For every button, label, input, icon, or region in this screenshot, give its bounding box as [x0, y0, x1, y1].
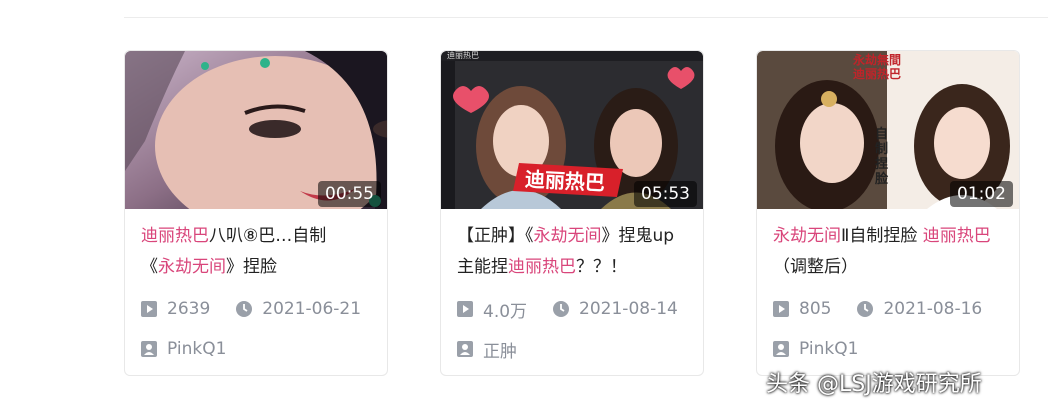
title-part: 迪丽热巴	[922, 226, 991, 246]
video-meta: 805 2021-08-16	[773, 297, 982, 321]
video-title[interactable]: 【正肿】《永劫无间》捏鬼up主能捏迪丽热巴？？！	[457, 221, 691, 283]
title-part: 迪丽热巴	[508, 257, 576, 277]
play-icon	[141, 301, 157, 317]
title-part: 【正肿】《	[457, 226, 534, 246]
user-icon	[773, 341, 789, 357]
duration-badge: 05:53	[634, 181, 697, 207]
video-card-1[interactable]: 00:55 迪丽热巴八叭⑧巴…自制《永劫无间》捏脸 2639 2021-06-2…	[124, 50, 388, 376]
title-part: 》捏脸	[226, 257, 277, 277]
author-row[interactable]: 正肿	[457, 337, 517, 362]
title-part: 迪丽热巴	[141, 226, 209, 246]
author-row[interactable]: PinkQ1	[773, 337, 858, 361]
video-meta: 2639 2021-06-21	[141, 297, 361, 321]
video-title[interactable]: 永劫无间Ⅱ自制捏脸 迪丽热巴 （调整后）	[773, 221, 1007, 283]
video-thumbnail-2[interactable]: 迪丽热巴 迪丽热巴 05:53	[441, 51, 703, 209]
duration-badge: 01:02	[950, 181, 1013, 207]
title-part: 永劫无间	[533, 226, 602, 246]
view-count: 2639	[167, 299, 211, 319]
thumbnail-side-text: 永劫無間 迪丽热巴	[853, 53, 902, 81]
title-part: Ⅱ自制捏脸	[841, 226, 923, 246]
duration-badge: 00:55	[318, 181, 381, 207]
clock-icon	[236, 301, 253, 317]
author-row[interactable]: PinkQ1	[141, 337, 226, 361]
publish-date: 2021-08-14	[579, 299, 678, 319]
video-thumbnail-3[interactable]: 永劫無間 迪丽热巴 自制捏脸 01:02	[757, 51, 1019, 209]
video-title[interactable]: 迪丽热巴八叭⑧巴…自制《永劫无间》捏脸	[141, 221, 375, 283]
play-icon	[773, 301, 789, 317]
top-divider	[124, 17, 1048, 18]
clock-icon	[857, 301, 874, 317]
user-icon	[141, 341, 157, 357]
view-count: 4.0万	[483, 301, 528, 322]
publish-date: 2021-06-21	[262, 299, 362, 319]
video-thumbnail-1[interactable]: 00:55	[125, 51, 387, 209]
watermark: 头条 @LSJ游戏研究所	[766, 372, 982, 397]
thumbnail-caption: 迪丽热巴	[524, 166, 606, 196]
thumbnail-side-text-2: 自制捏脸	[875, 127, 889, 187]
clock-icon	[553, 301, 570, 317]
title-part: 《	[141, 257, 158, 277]
video-card-3[interactable]: 永劫無間 迪丽热巴 自制捏脸 01:02 永劫无间Ⅱ自制捏脸 迪丽热巴 （调整后）…	[756, 50, 1020, 376]
author-name: PinkQ1	[799, 339, 859, 359]
title-part: 永劫无间	[158, 257, 226, 277]
author-name: 正肿	[483, 341, 517, 362]
thumbnail-topbar-text: 迪丽热巴	[447, 51, 479, 60]
author-name: PinkQ1	[167, 339, 227, 359]
view-count: 805	[799, 299, 832, 319]
title-part: 永劫无间	[773, 226, 841, 246]
title-part: 八叭⑧巴…自制	[209, 226, 327, 246]
play-icon	[457, 301, 473, 317]
title-part: ？？！	[576, 257, 627, 277]
user-icon	[457, 341, 473, 357]
video-card-2[interactable]: 迪丽热巴 迪丽热巴 05:53 【正肿】《永劫无间》捏鬼up主能捏迪丽热巴？？！…	[440, 50, 704, 376]
video-meta: 4.0万 2021-08-14	[457, 297, 678, 322]
publish-date: 2021-08-16	[883, 299, 983, 319]
title-part: （调整后）	[773, 257, 858, 277]
